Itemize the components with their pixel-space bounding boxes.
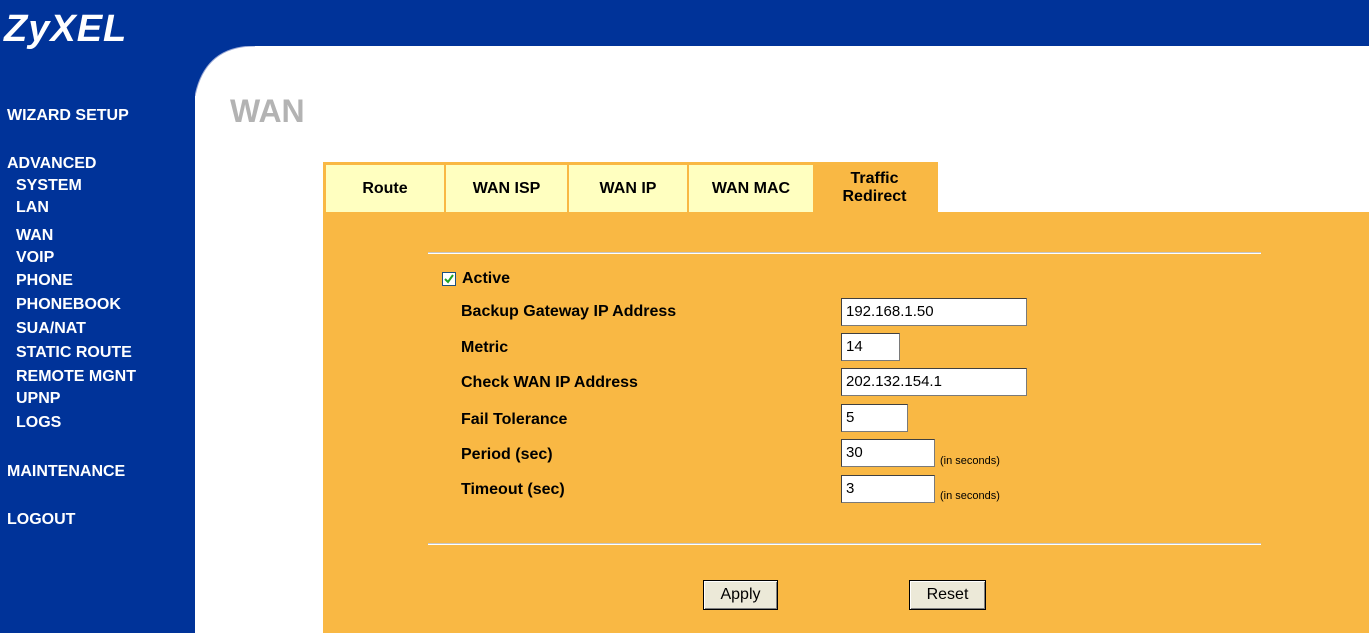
nav-remote-mgnt[interactable]: REMOTE MGNT: [16, 368, 136, 386]
active-label: Active: [462, 270, 511, 287]
page-title: WAN: [230, 93, 305, 129]
check-wan-ip-label: Check WAN IP Address: [461, 374, 638, 391]
bottom-divider: [428, 543, 1261, 545]
nav-maintenance[interactable]: MAINTENANCE: [7, 463, 125, 481]
tab-wan-mac[interactable]: WAN MAC: [689, 165, 815, 213]
tab-wan-isp[interactable]: WAN ISP: [446, 165, 569, 213]
metric-label: Metric: [461, 339, 509, 356]
active-checkbox[interactable]: [442, 272, 456, 286]
nav-wizard-setup[interactable]: WIZARD SETUP: [7, 107, 129, 125]
checkmark-icon: [444, 274, 454, 284]
nav-logout[interactable]: LOGOUT: [7, 511, 75, 529]
tab-traffic-redirect[interactable]: Traffic Redirect: [815, 163, 936, 213]
timeout-label: Timeout (sec): [461, 481, 565, 498]
tab-wan-ip[interactable]: WAN IP: [569, 165, 689, 213]
nav-voip[interactable]: VOIP: [16, 249, 54, 267]
apply-button[interactable]: Apply: [703, 580, 778, 610]
tab-traffic-redirect-line2: Redirect: [842, 188, 907, 205]
reset-button[interactable]: Reset: [909, 580, 986, 610]
tab-route[interactable]: Route: [326, 165, 446, 213]
nav-sua-nat[interactable]: SUA/NAT: [16, 320, 86, 338]
top-banner: [195, 0, 1369, 46]
tab-traffic-redirect-line1: Traffic: [850, 170, 899, 187]
metric-input[interactable]: 14: [841, 333, 900, 361]
zyxel-logo: ZyXEL: [4, 8, 128, 50]
backup-gateway-input[interactable]: 192.168.1.50: [841, 298, 1027, 326]
top-divider: [428, 252, 1261, 254]
sidebar: ZyXEL WIZARD SETUP ADVANCED SYSTEM LAN W…: [0, 0, 195, 633]
nav-advanced[interactable]: ADVANCED: [7, 155, 96, 173]
nav-static-route[interactable]: STATIC ROUTE: [16, 344, 132, 362]
period-hint: (in seconds): [940, 455, 1000, 467]
nav-phone[interactable]: PHONE: [16, 272, 73, 290]
nav-upnp[interactable]: UPNP: [16, 390, 60, 408]
nav-system[interactable]: SYSTEM: [16, 177, 82, 195]
period-label: Period (sec): [461, 446, 553, 463]
fail-tolerance-input[interactable]: 5: [841, 404, 908, 432]
nav-logs[interactable]: LOGS: [16, 414, 61, 432]
check-wan-ip-input[interactable]: 202.132.154.1: [841, 368, 1027, 396]
nav-wan[interactable]: WAN: [16, 227, 53, 245]
fail-tolerance-label: Fail Tolerance: [461, 411, 568, 428]
timeout-input[interactable]: 3: [841, 475, 935, 503]
nav-phonebook[interactable]: PHONEBOOK: [16, 296, 121, 314]
period-input[interactable]: 30: [841, 439, 935, 467]
backup-gateway-label: Backup Gateway IP Address: [461, 303, 677, 320]
nav-lan[interactable]: LAN: [16, 199, 49, 217]
timeout-hint: (in seconds): [940, 490, 1000, 502]
